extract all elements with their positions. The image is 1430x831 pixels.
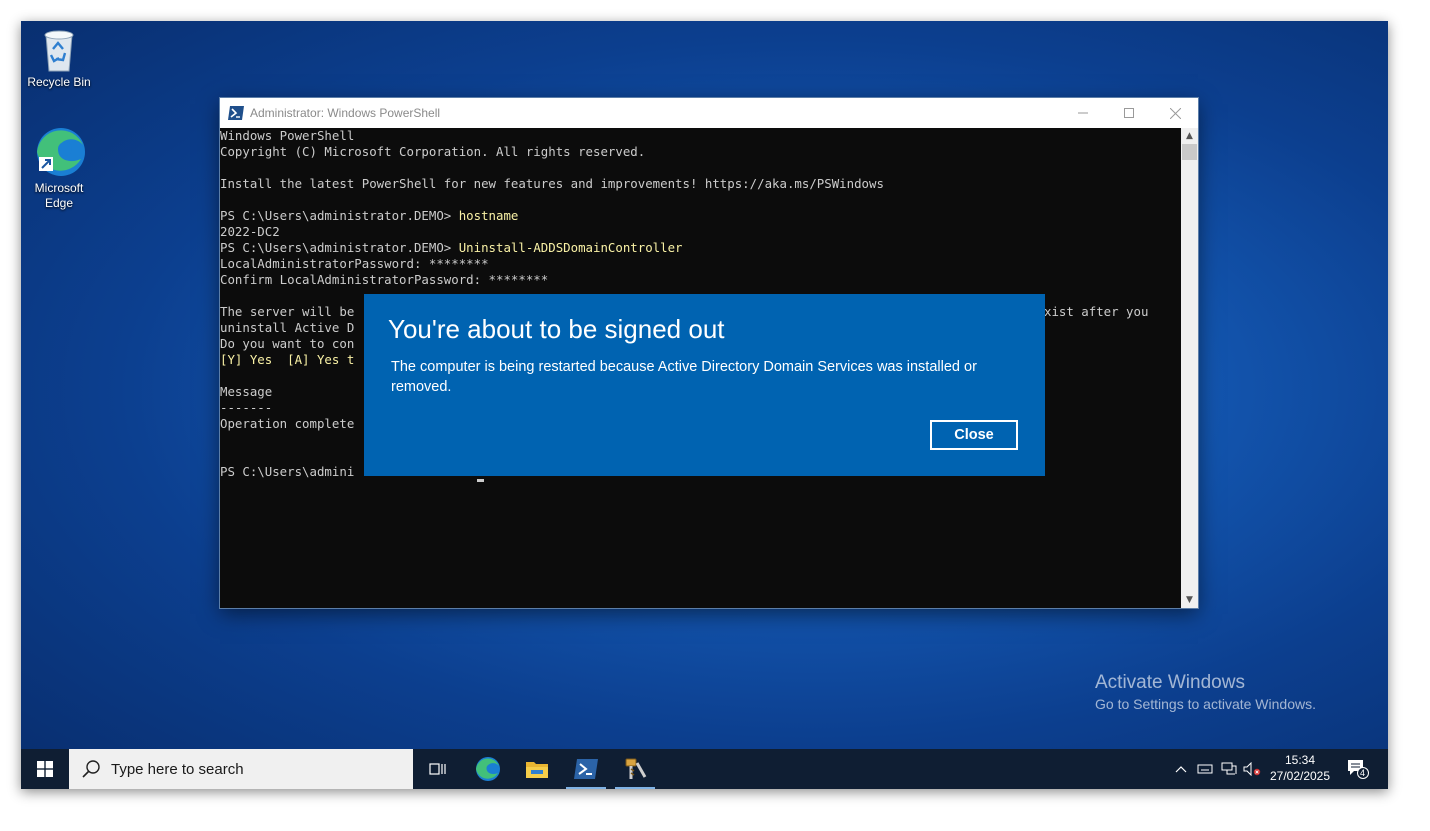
recycle-bin-icon [44, 30, 74, 72]
command: hostname [458, 208, 519, 223]
edge-label-line1: Microsoft [34, 181, 84, 195]
search-icon [82, 760, 100, 778]
clock[interactable]: 15:34 27/02/2025 [1263, 752, 1337, 784]
console-line: Confirm LocalAdministratorPassword: ****… [220, 272, 549, 287]
recycle-bin-label: Recycle Bin [27, 75, 91, 89]
volume-muted-icon [1243, 762, 1261, 776]
powershell-titlebar[interactable]: Administrator: Windows PowerShell [220, 98, 1198, 128]
text-cursor [477, 479, 484, 482]
volume-indicator[interactable] [1241, 749, 1263, 789]
console-line: PS C:\Users\administrator.DEMO> hostname [220, 208, 1181, 224]
taskbar-edge[interactable] [468, 749, 508, 789]
network-icon [1221, 762, 1237, 775]
maximize-icon [1124, 108, 1134, 118]
maximize-button[interactable] [1106, 98, 1152, 128]
notification-center-button[interactable]: 4 [1343, 749, 1373, 789]
network-indicator[interactable] [1218, 749, 1240, 789]
file-explorer-icon [526, 762, 548, 778]
watermark-title: Activate Windows [1095, 672, 1245, 693]
notification-icon [1348, 760, 1369, 779]
console-line: Copyright (C) Microsoft Corporation. All… [220, 144, 646, 159]
desktop: Recycle Bin Microsoft Edge Administrator… [21, 21, 1388, 789]
activation-watermark: Activate Windows Go to Settings to activ… [1095, 671, 1316, 713]
scroll-down-icon[interactable]: ▼ [1181, 592, 1198, 608]
console-line: Install the latest PowerShell for new fe… [220, 176, 884, 191]
console-line: Windows PowerShell [220, 128, 355, 143]
powershell-icon [228, 106, 244, 120]
edge-label-line2: Edge [44, 196, 74, 210]
console-text: xist after you [1044, 304, 1149, 319]
clock-time: 15:34 [1284, 753, 1316, 767]
prompt: PS C:\Users\admini [220, 464, 355, 479]
console-line: PS C:\Users\administrator.DEMO> Uninstal… [220, 240, 1181, 256]
watermark-subtitle: Go to Settings to activate Windows. [1095, 696, 1316, 712]
keyboard-icon [1197, 764, 1213, 774]
task-view-icon [429, 763, 446, 775]
prompt: PS C:\Users\administrator.DEMO> [220, 208, 459, 223]
taskbar-search-box[interactable]: Type here to search [69, 749, 413, 789]
clock-date: 27/02/2025 [1269, 769, 1331, 783]
taskbar-server-tools[interactable] [615, 749, 655, 789]
dialog-title: You're about to be signed out [388, 314, 725, 344]
window-title: Administrator: Windows PowerShell [250, 106, 441, 120]
close-window-button[interactable] [1152, 98, 1198, 128]
powershell-icon [574, 759, 598, 779]
console-line: 2022-DC2 [220, 224, 280, 239]
edge-icon [476, 757, 500, 781]
edge-icon [37, 128, 85, 176]
notification-count: 4 [1360, 768, 1366, 778]
console-line: LocalAdministratorPassword: ******** [220, 256, 489, 271]
prompt: PS C:\Users\administrator.DEMO> [220, 240, 459, 255]
start-button[interactable] [21, 749, 69, 789]
show-hidden-icons-button[interactable] [1171, 749, 1191, 789]
desktop-icon-edge[interactable]: Microsoft Edge [21, 125, 97, 211]
windows-logo-icon [37, 761, 53, 777]
minimize-icon [1078, 112, 1088, 114]
sign-out-dialog: You're about to be signed out The comput… [364, 294, 1045, 476]
search-placeholder: Type here to search [111, 760, 244, 778]
console-text: The server will be [220, 304, 355, 319]
taskbar: Type here to search 15:34 27/02/2025 4 [21, 749, 1388, 789]
taskbar-powershell[interactable] [566, 749, 606, 789]
desktop-icon-recycle-bin[interactable]: Recycle Bin [21, 27, 97, 90]
vertical-scrollbar[interactable]: ▲ ▼ [1181, 128, 1198, 608]
minimize-button[interactable] [1060, 98, 1106, 128]
input-indicator[interactable] [1194, 749, 1216, 789]
chevron-up-icon [1175, 766, 1187, 773]
close-button[interactable]: Close [930, 420, 1018, 450]
command: Uninstall-ADDSDomainController [458, 240, 683, 255]
scroll-thumb[interactable] [1182, 144, 1197, 160]
taskbar-file-explorer[interactable] [517, 749, 557, 789]
server-tools-icon [625, 758, 647, 779]
task-view-button[interactable] [418, 749, 458, 789]
close-icon [1169, 107, 1181, 119]
scroll-up-icon[interactable]: ▲ [1181, 128, 1198, 144]
dialog-message: The computer is being restarted because … [391, 359, 977, 395]
